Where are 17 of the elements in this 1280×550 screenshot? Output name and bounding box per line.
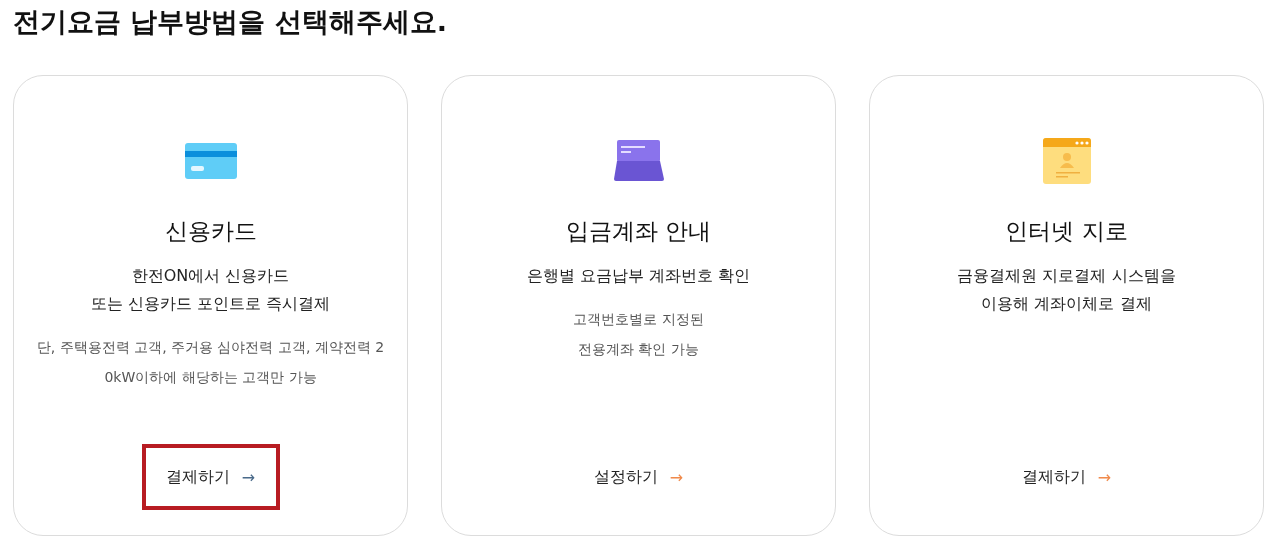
card-note: 0kW이하에 해당하는 고객만 가능 [103, 368, 318, 387]
credit-card-icon [184, 143, 237, 179]
page-heading: 전기요금 납부방법을 선택해주세요. [13, 5, 449, 39]
card-description: 은행별 요금납부 계좌번호 확인 [526, 265, 751, 287]
card-title: 신용카드 [164, 217, 257, 246]
card-title: 인터넷 지로 [1005, 217, 1128, 246]
card-note: 고객번호별로 지정된 [573, 310, 704, 329]
card-note: 전용계좌 확인 가능 [577, 340, 700, 359]
card-note: 단, 주택용전력 고객, 주거용 심야전력 고객, 계약전력 2 [36, 338, 385, 357]
card-title: 입금계좌 안내 [565, 217, 712, 246]
card-description: 금융결제원 지로결제 시스템을 [957, 265, 1176, 287]
laptop-icon [612, 140, 665, 182]
pay-button[interactable]: 결제하기 → [141, 444, 280, 510]
card-description: 이용해 계좌이체로 결제 [980, 293, 1153, 315]
browser-window-icon [1042, 138, 1091, 184]
card-description: 한전ON에서 신용카드 [130, 265, 291, 287]
card-description: 또는 신용카드 포인트로 즉시결제 [90, 293, 331, 315]
